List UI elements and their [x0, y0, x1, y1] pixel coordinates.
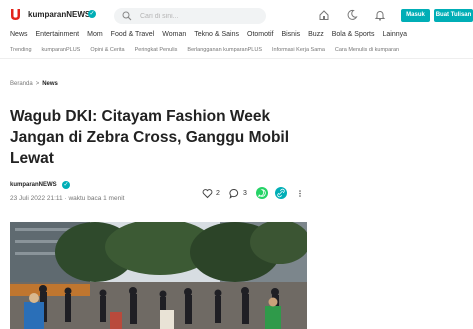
subnav-item-peringkat-penulis[interactable]: Peringkat Penulis — [135, 47, 178, 53]
breadcrumb-current[interactable]: News — [42, 81, 58, 87]
search-icon — [122, 11, 132, 21]
more-options-icon[interactable] — [298, 188, 302, 199]
subnav-item-berlangganan[interactable]: Berlangganan kumparanPLUS — [187, 47, 262, 53]
author-name[interactable]: kumparanNEWS — [10, 182, 57, 188]
nav-item-mom[interactable]: Mom — [87, 31, 103, 38]
kumparan-logo-icon[interactable] — [10, 9, 21, 21]
photo-street-crowd — [10, 222, 307, 329]
nav-item-entertainment[interactable]: Entertainment — [36, 31, 80, 38]
article-photo[interactable] — [10, 222, 307, 329]
write-article-button[interactable]: Buat Tulisan — [434, 9, 473, 22]
read-time: · waktu baca 1 menit — [64, 195, 125, 202]
nav-item-news[interactable]: News — [10, 31, 28, 38]
top-bar: kumparanNEWS ✓ Masuk Buat Tulisan — [0, 0, 473, 30]
home-icon[interactable] — [318, 9, 330, 21]
breadcrumb-separator: > — [35, 81, 40, 87]
subnav-item-kerja-sama[interactable]: Informasi Kerja Sama — [272, 47, 325, 53]
verified-icon: ✓ — [88, 10, 96, 18]
subnav-item-opini-cerita[interactable]: Opini & Cerita — [90, 47, 124, 53]
category-nav: News Entertainment Mom Food & Travel Woman Te… — [10, 31, 415, 41]
breadcrumb-home[interactable]: Beranda — [10, 81, 33, 87]
nav-item-tekno-sains[interactable]: Tekno & Sains — [194, 31, 239, 38]
comment-count: 3 — [243, 190, 247, 197]
login-button[interactable]: Masuk — [401, 9, 430, 22]
nav-item-lainnya[interactable]: Lainnya — [383, 31, 408, 38]
nav-item-bisnis[interactable]: Bisnis — [281, 31, 300, 38]
subnav-item-cara-menulis[interactable]: Cara Menulis di kumparan — [335, 47, 399, 53]
nav-item-otomotif[interactable]: Otomotif — [247, 31, 273, 38]
breadcrumb: Beranda > News — [10, 81, 58, 87]
whatsapp-share-icon[interactable] — [256, 187, 268, 199]
publish-date: 23 Juli 2022 21:11 — [10, 195, 63, 202]
article-meta: 23 Juli 2022 21:11 · waktu baca 1 menit — [10, 195, 124, 202]
like-count: 2 — [216, 190, 220, 197]
header-divider — [0, 58, 473, 59]
subnav-item-trending[interactable]: Trending — [10, 47, 32, 53]
search-bar[interactable] — [114, 8, 266, 24]
comment-icon[interactable] — [229, 188, 240, 199]
nav-item-buzz[interactable]: Buzz — [308, 31, 324, 38]
search-input[interactable] — [140, 10, 258, 22]
brand-logo-text[interactable]: kumparanNEWS — [28, 10, 90, 19]
copy-link-icon[interactable] — [275, 187, 287, 199]
bell-icon[interactable] — [374, 9, 386, 21]
dark-mode-icon[interactable] — [346, 9, 358, 21]
nav-item-food-travel[interactable]: Food & Travel — [111, 31, 155, 38]
sub-nav: Trending kumparanPLUS Opini & Cerita Pering… — [10, 47, 409, 53]
nav-item-bola-sports[interactable]: Bola & Sports — [332, 31, 375, 38]
article-title: Wagub DKI: Citayam Fashion Week Jangan d… — [10, 108, 290, 167]
author-verified-icon: ✓ — [62, 181, 70, 189]
subnav-item-kumparanplus[interactable]: kumparanPLUS — [42, 47, 81, 53]
like-icon[interactable] — [202, 188, 213, 199]
nav-item-woman[interactable]: Woman — [162, 31, 186, 38]
